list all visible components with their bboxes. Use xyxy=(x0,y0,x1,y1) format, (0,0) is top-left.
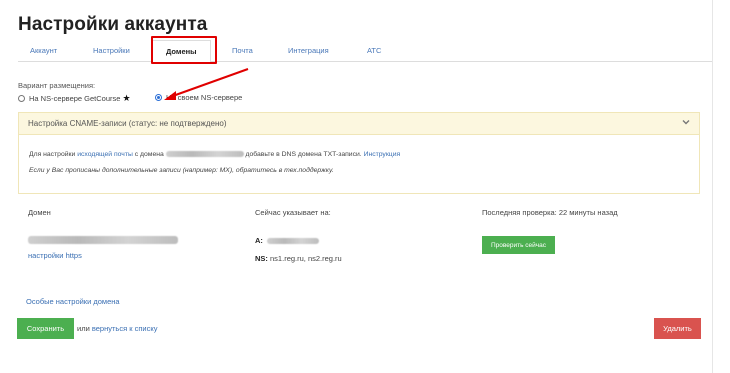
https-settings-link[interactable]: настройки https xyxy=(28,251,82,260)
delete-button[interactable]: Удалить xyxy=(654,318,701,339)
back-to-list-link[interactable]: вернуться к списку xyxy=(92,324,158,333)
tab-mail[interactable]: Почта xyxy=(232,46,253,55)
star-icon: ★ xyxy=(122,93,131,103)
a-record: A: xyxy=(255,236,319,245)
page-divider xyxy=(712,0,713,373)
radio-label: На NS-сервере GetCourse xyxy=(29,94,121,103)
redacted-domain-name xyxy=(28,236,178,244)
cname-support-note: Если у Вас прописаны дополнительные запи… xyxy=(29,167,334,174)
column-header-current: Сейчас указывает на: xyxy=(255,208,331,217)
ns-record: NS: ns1.reg.ru, ns2.reg.ru xyxy=(255,254,342,263)
tab-domains[interactable]: Домены xyxy=(152,40,211,63)
radio-own-ns[interactable]: На своем NS-сервере xyxy=(155,93,242,102)
tab-settings[interactable]: Настройки xyxy=(93,46,130,55)
column-header-last-check: Последняя проверка: 22 минуты назад xyxy=(482,208,618,217)
save-button[interactable]: Сохранить xyxy=(17,318,74,339)
outgoing-mail-link[interactable]: исходящей почты xyxy=(77,151,133,158)
cname-panel: Настройка CNAME-записи (статус: не подтв… xyxy=(18,112,700,194)
radio-button[interactable] xyxy=(18,95,25,102)
radio-label: На своем NS-сервере xyxy=(166,93,243,102)
instruction-link[interactable]: Инструкция xyxy=(364,151,401,158)
back-to-list: или вернуться к списку xyxy=(77,324,158,333)
check-now-button[interactable]: Проверить сейчас xyxy=(482,236,555,254)
redacted-domain xyxy=(165,151,244,158)
tab-pbx[interactable]: АТС xyxy=(367,46,381,55)
redacted-a-value xyxy=(266,237,319,244)
cname-instruction-line: Для настройки исходящей почты с домена д… xyxy=(29,151,401,158)
page-title: Настройки аккаунта xyxy=(18,14,208,35)
cname-panel-title: Настройка CNAME-записи (статус: не подтв… xyxy=(28,119,227,128)
tab-account[interactable]: Аккаунт xyxy=(30,46,57,55)
tab-integration[interactable]: Интеграция xyxy=(288,46,329,55)
placement-label: Вариант размещения: xyxy=(18,81,96,90)
tab-bar: Аккаунт Настройки Домены Почта Интеграци… xyxy=(18,40,712,63)
radio-getcourse-ns[interactable]: На NS-сервере GetCourse ★ xyxy=(18,93,131,104)
column-header-domain: Домен xyxy=(28,208,51,217)
radio-button-checked[interactable] xyxy=(155,94,162,101)
cname-panel-header[interactable]: Настройка CNAME-записи (статус: не подтв… xyxy=(19,113,699,135)
special-domain-settings-link[interactable]: Особые настройки домена xyxy=(26,297,120,306)
chevron-down-icon[interactable] xyxy=(682,118,690,126)
